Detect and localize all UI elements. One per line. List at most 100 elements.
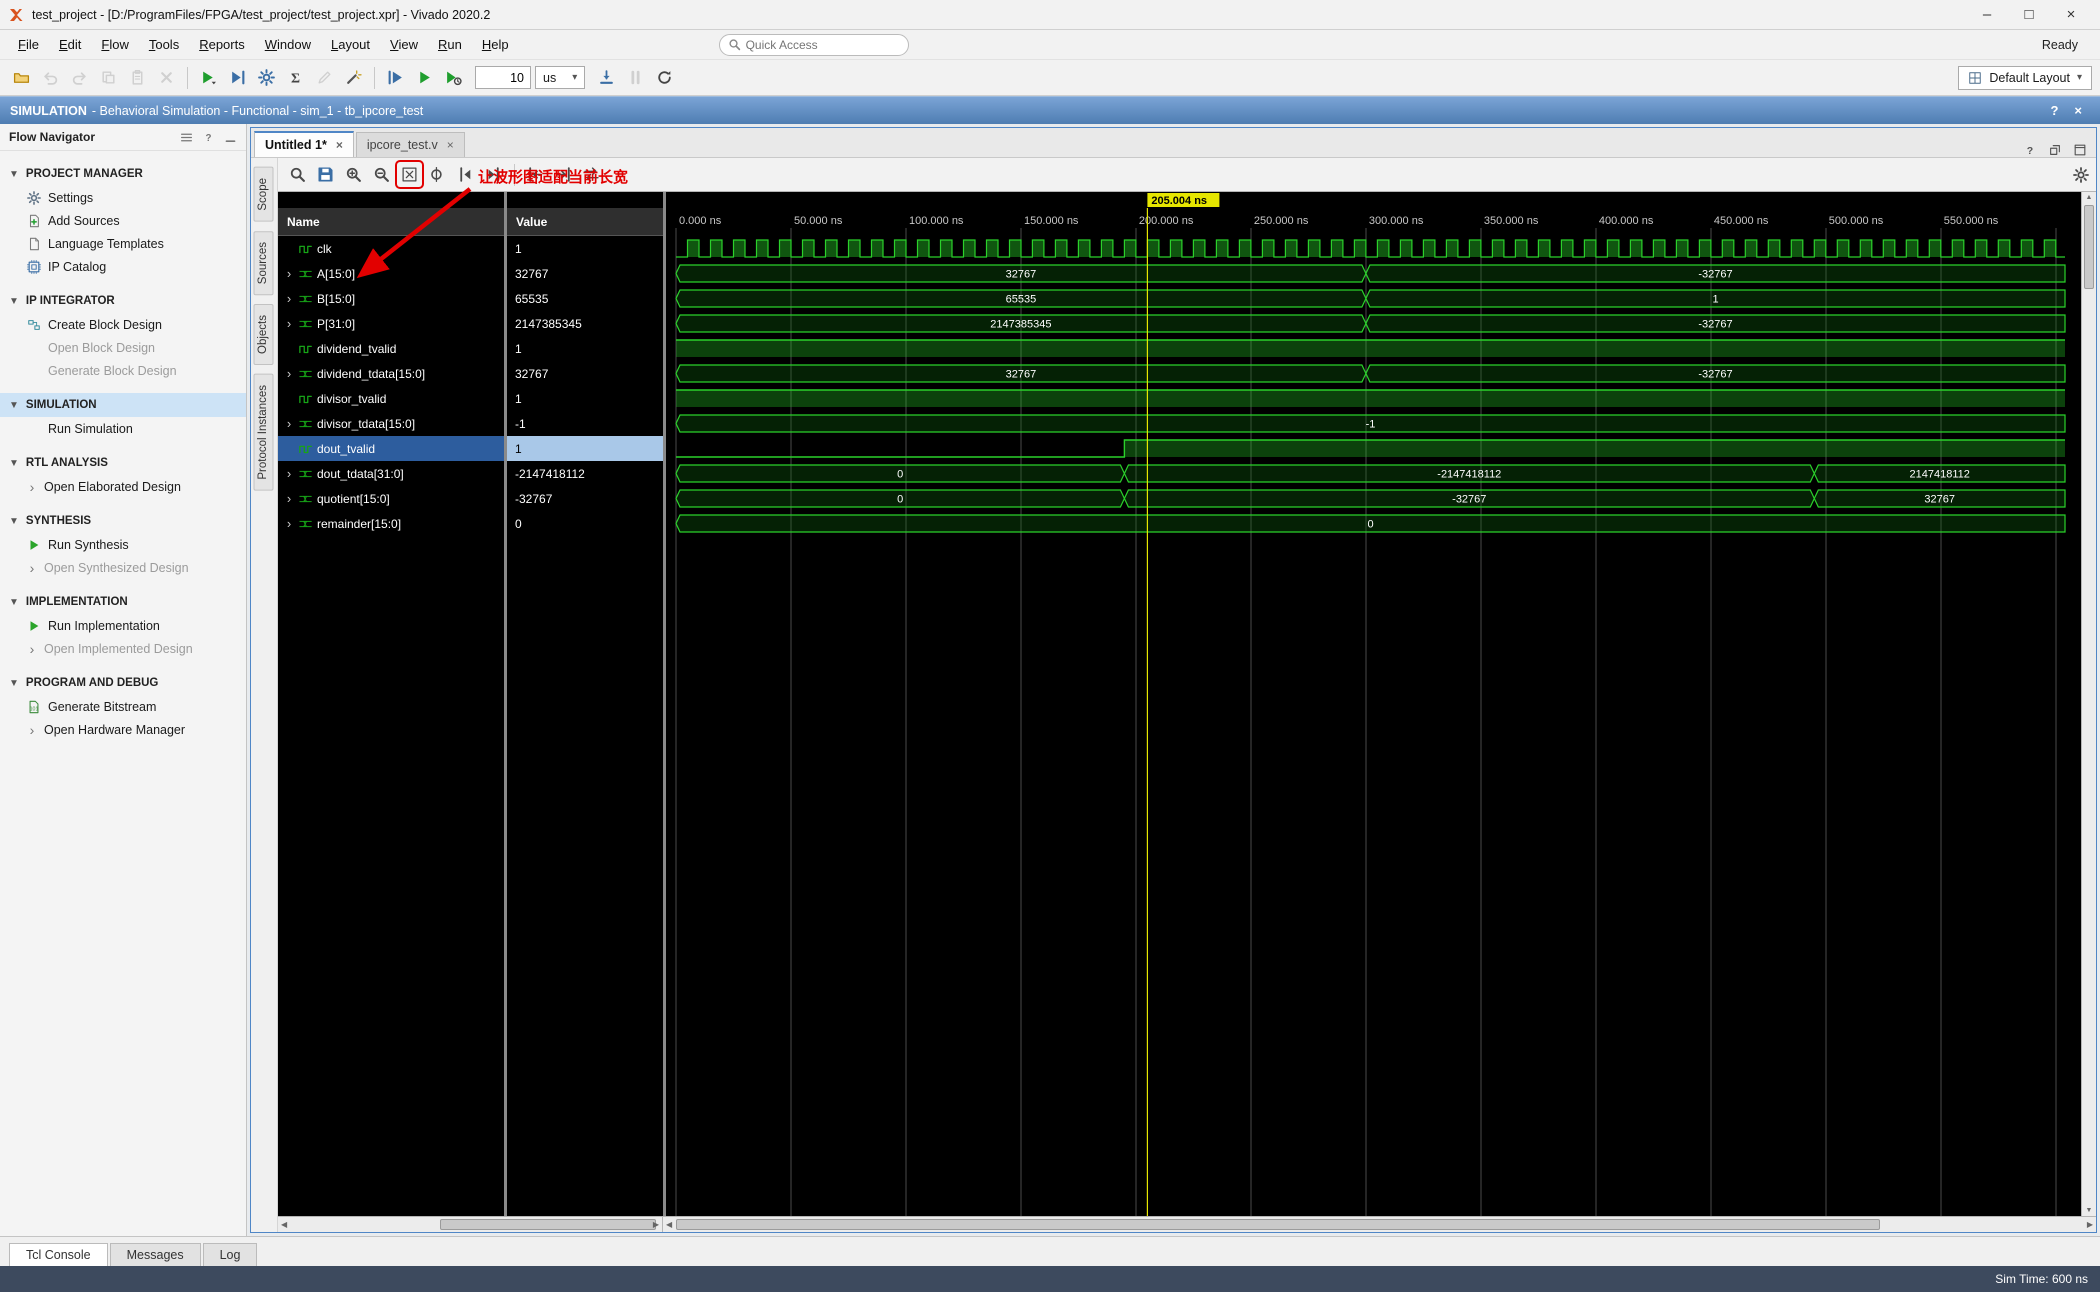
scroll-down-icon[interactable]: ▼ <box>2082 1207 2096 1214</box>
zoom-fit-button[interactable] <box>397 162 422 187</box>
wave-settings-gear-icon[interactable] <box>2073 166 2089 183</box>
panel-maximize-icon[interactable] <box>2073 143 2087 157</box>
prev-transition-button[interactable] <box>453 162 478 187</box>
close-icon[interactable]: × <box>2050 1 2092 29</box>
run-time-input[interactable] <box>475 66 531 89</box>
zoom-in-button[interactable] <box>341 162 366 187</box>
signal-value-dividend-tvalid[interactable]: 1 <box>507 336 663 361</box>
signal-row-dout-tvalid[interactable]: dout_tvalid <box>278 436 504 461</box>
time-unit-select[interactable]: us ▾ <box>535 66 586 89</box>
copy-button[interactable] <box>95 64 122 91</box>
wave-hscrollbar[interactable]: ◀ ▶ <box>663 1217 2096 1232</box>
editor-tab-ipcore-test-v[interactable]: ipcore_test.v × <box>355 132 465 157</box>
quick-access-input[interactable] <box>745 37 886 52</box>
fn-item-run-synthesis[interactable]: Run Synthesis <box>0 533 246 556</box>
signal-row-remainder-15-0[interactable]: › remainder[15:0] <box>278 511 504 536</box>
side-tab-protocol-instances[interactable]: Protocol Instances <box>254 373 274 491</box>
scroll-right-icon[interactable]: ▶ <box>2087 1220 2093 1229</box>
expand-icon[interactable]: › <box>283 516 295 531</box>
value-column-header[interactable]: Value <box>507 208 663 236</box>
open-button[interactable] <box>8 64 35 91</box>
fn-item-open-synthesized-design[interactable]: › Open Synthesized Design <box>0 556 246 579</box>
expand-icon[interactable]: › <box>283 366 295 381</box>
vscroll-thumb[interactable] <box>2084 205 2094 289</box>
find-button[interactable] <box>285 162 310 187</box>
fn-header-program-and-debug[interactable]: ▼ PROGRAM AND DEBUG <box>0 671 246 695</box>
expand-icon[interactable]: › <box>283 266 295 281</box>
fn-item-generate-block-design[interactable]: Generate Block Design <box>0 359 246 382</box>
signal-value-dout-tvalid[interactable]: 1 <box>507 436 663 461</box>
side-tab-scope[interactable]: Scope <box>254 167 274 222</box>
restart-button[interactable] <box>382 64 409 91</box>
signal-row-dout-tdata-31-0[interactable]: › dout_tdata[31:0] <box>278 461 504 486</box>
fn-header-project-manager[interactable]: ▼ PROJECT MANAGER <box>0 162 246 186</box>
console-tab-tcl-console[interactable]: Tcl Console <box>9 1243 108 1266</box>
wave-hscroll-thumb[interactable] <box>676 1219 1880 1230</box>
critical-path-button[interactable] <box>340 64 367 91</box>
signal-value-divisor-tdata-15-0[interactable]: -1 <box>507 411 663 436</box>
menu-reports[interactable]: Reports <box>189 32 255 57</box>
panel-float-icon[interactable] <box>2048 143 2062 157</box>
side-tab-objects[interactable]: Objects <box>254 303 274 365</box>
fn-header-rtl-analysis[interactable]: ▼ RTL ANALYSIS <box>0 451 246 475</box>
fn-item-run-simulation[interactable]: Run Simulation <box>0 417 246 440</box>
name-column-header[interactable]: Name <box>278 208 504 236</box>
signal-value-quotient-15-0[interactable]: -32767 <box>507 486 663 511</box>
run-all-button[interactable] <box>411 64 438 91</box>
edit-button[interactable] <box>311 64 338 91</box>
scroll-right-icon[interactable]: ▶ <box>653 1220 659 1229</box>
zoom-out-button[interactable] <box>369 162 394 187</box>
signal-row-divisor-tvalid[interactable]: divisor_tvalid <box>278 386 504 411</box>
paste-button[interactable] <box>124 64 151 91</box>
flow-nav-help-icon[interactable]: ? <box>202 131 215 144</box>
save-button[interactable] <box>313 162 338 187</box>
fn-item-add-sources[interactable]: Add Sources <box>0 209 246 232</box>
fn-item-create-block-design[interactable]: Create Block Design <box>0 313 246 336</box>
expand-icon[interactable]: › <box>283 416 295 431</box>
console-tab-messages[interactable]: Messages <box>109 1243 201 1266</box>
menu-help[interactable]: Help <box>472 32 519 57</box>
run-button[interactable] <box>195 64 222 91</box>
scroll-left-icon[interactable]: ◀ <box>666 1220 672 1229</box>
minimize-icon[interactable]: – <box>1966 1 2008 29</box>
editor-tab-untitled-1[interactable]: Untitled 1* × <box>254 131 354 157</box>
signal-row-b-15-0[interactable]: › B[15:0] <box>278 286 504 311</box>
console-tab-log[interactable]: Log <box>202 1243 258 1266</box>
maximize-icon[interactable]: □ <box>2008 1 2050 29</box>
fn-item-open-elaborated-design[interactable]: › Open Elaborated Design <box>0 475 246 498</box>
quick-access[interactable] <box>718 33 909 56</box>
fn-item-run-implementation[interactable]: Run Implementation <box>0 614 246 637</box>
names-hscrollbar[interactable]: ◀ ▶ <box>278 1217 663 1232</box>
signal-value-a-15-0[interactable]: 32767 <box>507 261 663 286</box>
redo-button[interactable] <box>66 64 93 91</box>
pause-button[interactable] <box>622 64 649 91</box>
signal-value-dividend-tdata-15-0[interactable]: 32767 <box>507 361 663 386</box>
tab-close-icon[interactable]: × <box>447 138 454 152</box>
menu-run[interactable]: Run <box>428 32 472 57</box>
wave-vscrollbar[interactable]: ▲ ▼ <box>2081 192 2096 1216</box>
expand-icon[interactable]: › <box>283 466 295 481</box>
layout-select[interactable]: Default Layout ▾ <box>1958 65 2092 90</box>
banner-close-icon[interactable]: × <box>2074 103 2082 118</box>
menu-window[interactable]: Window <box>255 32 321 57</box>
run-for-button[interactable] <box>440 64 467 91</box>
flow-nav-minimize-icon[interactable] <box>224 131 237 144</box>
fn-item-generate-bitstream[interactable]: 101 Generate Bitstream <box>0 695 246 718</box>
signal-value-divisor-tvalid[interactable]: 1 <box>507 386 663 411</box>
fn-item-open-block-design[interactable]: Open Block Design <box>0 336 246 359</box>
signal-value-b-15-0[interactable]: 65535 <box>507 286 663 311</box>
menu-tools[interactable]: Tools <box>139 32 189 57</box>
flow-nav-menu-icon[interactable] <box>180 131 193 144</box>
signal-value-dout-tdata-31-0[interactable]: -2147418112 <box>507 461 663 486</box>
signal-row-quotient-15-0[interactable]: › quotient[15:0] <box>278 486 504 511</box>
settings-button[interactable] <box>253 64 280 91</box>
menu-view[interactable]: View <box>380 32 428 57</box>
signal-value-p-31-0[interactable]: 2147385345 <box>507 311 663 336</box>
signal-row-dividend-tvalid[interactable]: dividend_tvalid <box>278 336 504 361</box>
menu-file[interactable]: File <box>8 32 49 57</box>
fn-header-implementation[interactable]: ▼ IMPLEMENTATION <box>0 590 246 614</box>
zoom-to-cursor-button[interactable] <box>425 162 450 187</box>
relaunch-button[interactable] <box>651 64 678 91</box>
signal-row-divisor-tdata-15-0[interactable]: › divisor_tdata[15:0] <box>278 411 504 436</box>
menu-layout[interactable]: Layout <box>321 32 380 57</box>
